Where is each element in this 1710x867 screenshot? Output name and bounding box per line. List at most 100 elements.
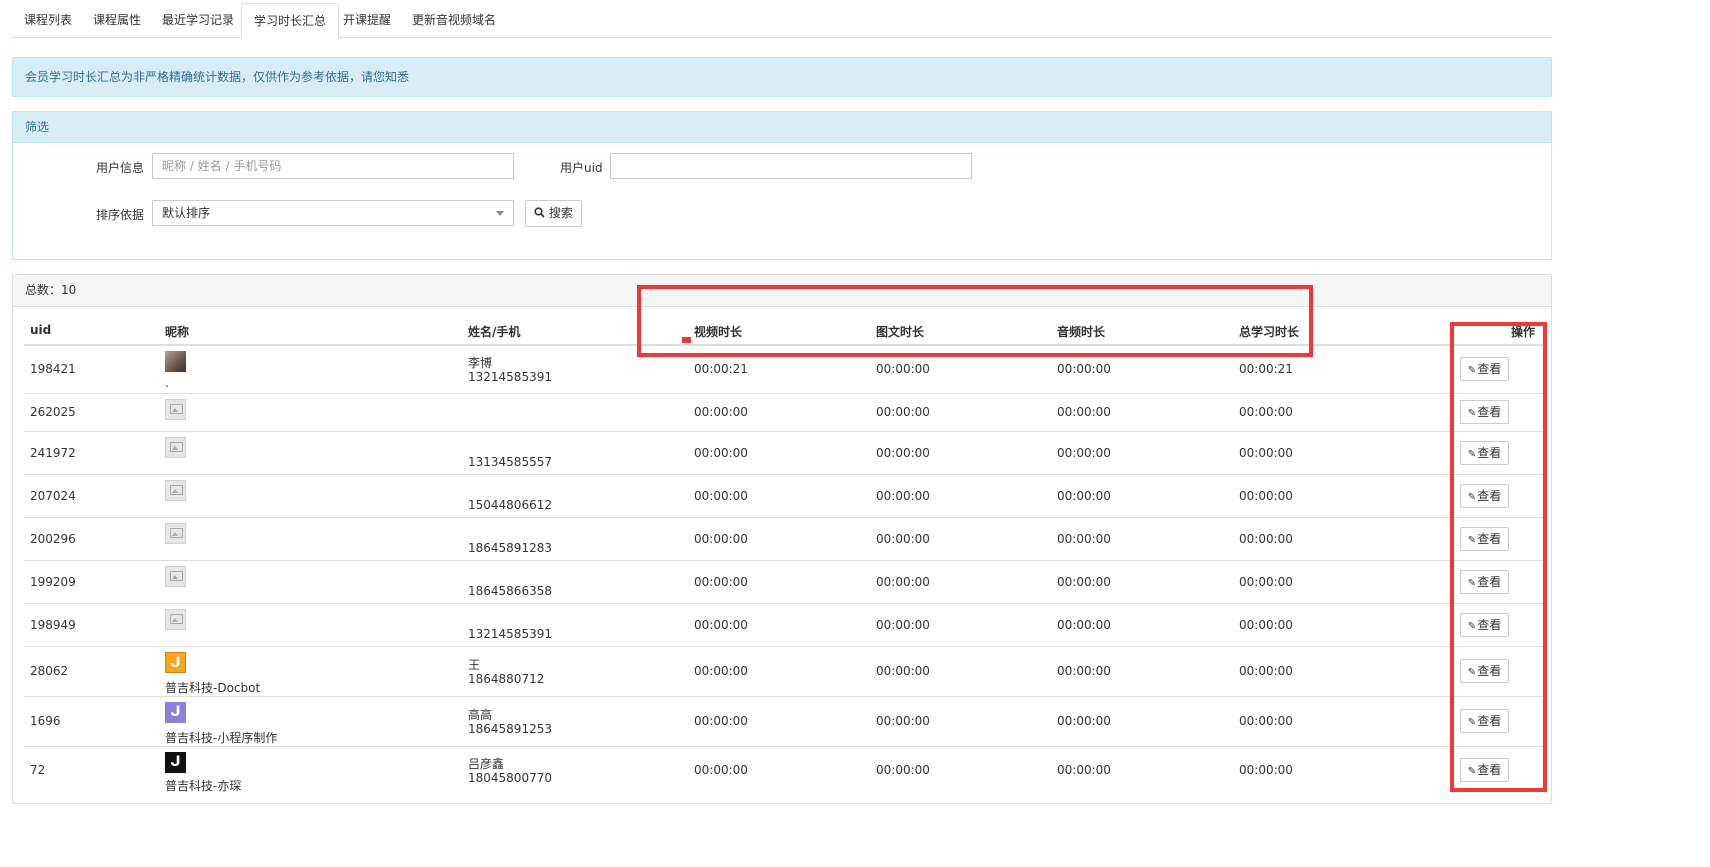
tab-update-media-domain[interactable]: 更新音视频域名 [400, 3, 508, 38]
header-nickname: 昵称 [165, 325, 190, 339]
audio-duration-cell: 00:00:00 [1057, 574, 1111, 589]
total-duration-cell: 00:00:00 [1239, 763, 1293, 777]
header-name-phone: 姓名/手机 [468, 325, 521, 339]
sort-label: 排序依据 [96, 208, 145, 222]
text-duration-cell: 00:00:00 [876, 405, 930, 419]
video-duration-cell: 00:00:00 [694, 664, 748, 678]
tab-bar: 课程列表 课程属性 最近学习记录 学习时长汇总 开课提醒 更新音视频域名 [12, 3, 1552, 39]
phone-cell: 18645891253 [468, 722, 552, 736]
video-duration-cell: 00:00:00 [694, 445, 748, 460]
phone-cell: 15044806612 [468, 498, 552, 512]
total-duration-cell: 00:00:00 [1239, 574, 1293, 589]
header-uid: uid [30, 323, 52, 337]
text-duration-cell: 00:00:00 [876, 763, 930, 777]
uid-cell: 1696 [30, 714, 61, 728]
name-cell: 吕彦鑫 [468, 757, 505, 771]
table-row [24, 696, 1546, 697]
highlight-box-durations [637, 285, 1313, 357]
text-duration-cell: 00:00:00 [876, 488, 930, 503]
avatar [165, 399, 186, 420]
text-duration-cell: 00:00:00 [876, 445, 930, 460]
phone-cell: 13214585391 [468, 370, 552, 384]
avatar [165, 480, 186, 501]
text-duration-cell: 00:00:00 [876, 617, 930, 632]
total-duration-cell: 00:00:00 [1239, 531, 1293, 546]
tab-study-duration-summary[interactable]: 学习时长汇总 [241, 3, 340, 39]
phone-cell: 13134585557 [468, 455, 552, 469]
audio-duration-cell: 00:00:00 [1057, 362, 1111, 376]
name-cell: 高高 [468, 708, 493, 722]
text-duration-cell: 00:00:00 [876, 714, 930, 728]
phone-cell: 1864880712 [468, 672, 545, 686]
nickname-cell: 普吉科技-小程序制作 [165, 731, 278, 745]
avatar [165, 609, 186, 630]
uid-cell: 207024 [30, 488, 76, 503]
tab-recent-records[interactable]: 最近学习记录 [150, 3, 246, 38]
total-duration-cell: 00:00:00 [1239, 488, 1293, 503]
uid-cell: 28062 [30, 664, 69, 678]
logo-glyph: ᒍ [170, 704, 181, 720]
name-cell: 王 [468, 658, 481, 672]
filter-panel: 筛选 [12, 111, 1552, 260]
uid-label: 用户uid [560, 161, 603, 175]
uid-cell: 200296 [30, 531, 76, 546]
video-duration-cell: 00:00:00 [694, 531, 748, 546]
phone-cell: 13214585391 [468, 627, 552, 641]
audio-duration-cell: 00:00:00 [1057, 617, 1111, 632]
phone-cell: 18645891283 [468, 541, 552, 555]
user-info-input[interactable]: 昵称 / 姓名 / 手机号码 [152, 153, 514, 179]
video-duration-cell: 00:00:00 [694, 763, 748, 777]
video-duration-cell: 00:00:00 [694, 405, 748, 419]
nickname-cell: . [165, 376, 169, 390]
table-row [24, 393, 1546, 394]
table-row [24, 431, 1546, 432]
audio-duration-cell: 00:00:00 [1057, 664, 1111, 678]
video-duration-cell: 00:00:21 [694, 362, 748, 376]
uid-cell: 199209 [30, 574, 76, 589]
name-cell: 李博 [468, 356, 493, 370]
avatar: ᒍ [165, 702, 186, 723]
text-duration-cell: 00:00:00 [876, 531, 930, 546]
total-duration-cell: 00:00:00 [1239, 664, 1293, 678]
nickname-cell: 普吉科技-Docbot [165, 681, 261, 695]
phone-cell: 18645866358 [468, 584, 552, 598]
tab-course-list[interactable]: 课程列表 [12, 3, 84, 38]
table-row [24, 603, 1546, 604]
search-button[interactable]: 搜索 [525, 200, 582, 227]
text-duration-cell: 00:00:00 [876, 574, 930, 589]
phone-cell: 18045800770 [468, 771, 552, 785]
uid-cell: 262025 [30, 405, 76, 419]
logo-glyph: ᒍ [170, 655, 181, 671]
nickname-cell: 普吉科技-亦琛 [165, 779, 242, 793]
table-row [24, 560, 1546, 561]
avatar [165, 351, 186, 372]
highlight-marker [682, 337, 691, 343]
audio-duration-cell: 00:00:00 [1057, 445, 1111, 460]
total-duration-cell: 00:00:00 [1239, 445, 1293, 460]
avatar: ᒍ [165, 652, 186, 673]
video-duration-cell: 00:00:00 [694, 617, 748, 632]
search-button-label: 搜索 [548, 206, 573, 220]
audio-duration-cell: 00:00:00 [1057, 714, 1111, 728]
sort-select-value: 默认排序 [162, 206, 211, 220]
avatar: ᒍ [165, 752, 186, 773]
uid-cell: 241972 [30, 445, 76, 460]
avatar [165, 566, 186, 587]
audio-duration-cell: 00:00:00 [1057, 531, 1111, 546]
logo-glyph: ᒍ [170, 754, 181, 770]
uid-cell: 198949 [30, 617, 76, 632]
table-row [24, 746, 1546, 747]
tab-course-properties[interactable]: 课程属性 [81, 3, 153, 38]
uid-input[interactable] [610, 153, 972, 179]
highlight-box-actions [1450, 322, 1547, 792]
video-duration-cell: 00:00:00 [694, 488, 748, 503]
table-row [24, 646, 1546, 647]
sort-select[interactable]: 默认排序 [152, 200, 514, 226]
user-info-label: 用户信息 [96, 161, 145, 175]
uid-cell: 72 [30, 763, 46, 777]
avatar [165, 523, 186, 544]
tab-course-reminder[interactable]: 开课提醒 [331, 3, 403, 38]
chevron-down-icon [487, 201, 513, 225]
total-duration-cell: 00:00:00 [1239, 617, 1293, 632]
audio-duration-cell: 00:00:00 [1057, 488, 1111, 503]
